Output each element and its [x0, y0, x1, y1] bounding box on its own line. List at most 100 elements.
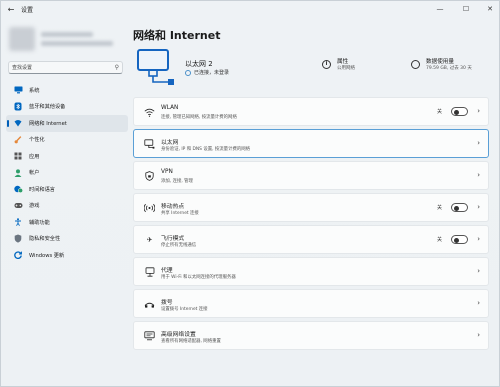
sidebar-item-privacy[interactable]: 隐私和安全性: [6, 231, 128, 248]
toggle-knob: [454, 109, 459, 115]
ethernet-name: 以太网 2: [185, 60, 213, 68]
mobile-hotspot-toggle[interactable]: [451, 203, 468, 212]
user-profile[interactable]: [9, 27, 127, 53]
data-usage-title: 数据使用量: [426, 59, 454, 65]
data-usage-subtitle: 79.59 GB, 过去 30 天: [426, 66, 472, 71]
card-title: VPN: [161, 169, 173, 175]
airplane-mode-toggle[interactable]: [451, 235, 468, 244]
ethernet-icon: [144, 139, 155, 149]
sidebar-item-apps[interactable]: 应用: [6, 148, 128, 165]
sidebar-item-label: 时间和语言: [29, 186, 55, 193]
info-icon: i: [322, 60, 331, 69]
ethernet-summary: 以太网 2 已连接，未登录 i 属性 公用网络 数据使用量 79.59 GB, …: [133, 47, 489, 89]
sidebar-item-label: 系统: [29, 87, 40, 94]
sidebar-item-label: 游戏: [29, 203, 40, 210]
avatar: [9, 27, 35, 51]
sidebar-item-gaming[interactable]: 游戏: [6, 198, 128, 215]
sidebar-item-time-language[interactable]: 时间和语言: [6, 181, 128, 198]
vpn-card[interactable]: VPN 添加, 连接, 管理 ›: [133, 161, 489, 190]
sidebar-nav: 系统 蓝牙和其他设备 网络和 Internet 个性化 应用 帐户 时间和语言 …: [6, 82, 128, 264]
dialup-icon: [144, 299, 155, 309]
sidebar-item-label: 隐私和安全性: [29, 236, 61, 243]
sidebar-item-system[interactable]: 系统: [6, 82, 128, 99]
chevron-right-icon: ›: [477, 107, 480, 115]
card-subtitle: 身份验证, IP 和 DNS 设置, 按流量计费的网络: [161, 147, 251, 152]
card-subtitle: 共享 Internet 连接: [161, 211, 199, 216]
ethernet-device-icon: [136, 48, 176, 86]
card-subtitle: 用于 Wi-Fi 和以太网连接的代理服务器: [161, 275, 236, 280]
search-icon: ⚲: [114, 64, 119, 71]
back-arrow-icon: ←: [7, 5, 15, 14]
bluetooth-icon: [11, 102, 25, 112]
toggle-state-label: 关: [436, 205, 442, 211]
chevron-right-icon: ›: [477, 139, 480, 147]
properties-subtitle: 公用网络: [337, 66, 355, 71]
card-subtitle: 查看所有网络适配器, 网络重置: [161, 339, 221, 344]
toggle-knob: [454, 237, 459, 243]
ethernet-card[interactable]: 以太网 身份验证, IP 和 DNS 设置, 按流量计费的网络 ›: [133, 129, 489, 158]
sidebar-item-accessibility[interactable]: 辅助功能: [6, 214, 128, 231]
monitor-icon: [11, 85, 25, 95]
wifi-icon: [144, 107, 155, 117]
network-settings-list: WLAN 连接, 管理已知网络, 按流量计费的网络 关 › 以太网 身份验证, …: [133, 97, 489, 353]
sidebar-item-label: 辅助功能: [29, 219, 50, 226]
chevron-right-icon: ›: [477, 235, 480, 243]
card-title: 移动热点: [161, 204, 185, 210]
update-icon: [11, 250, 25, 260]
card-title: 高级网络设置: [161, 332, 196, 338]
shield-icon: [11, 234, 25, 244]
maximize-button[interactable]: ☐: [459, 3, 473, 15]
mobile-hotspot-card[interactable]: 移动热点 共享 Internet 连接 关 ›: [133, 193, 489, 222]
sidebar-item-personalization[interactable]: 个性化: [6, 132, 128, 149]
close-button[interactable]: ✕: [483, 3, 497, 15]
search-box[interactable]: ⚲: [8, 61, 123, 74]
wlan-toggle[interactable]: [451, 107, 468, 116]
chevron-right-icon: ›: [477, 203, 480, 211]
data-usage-icon: [411, 60, 420, 69]
sidebar-item-label: 应用: [29, 153, 40, 160]
card-title: WLAN: [161, 105, 179, 111]
card-title: 飞行模式: [161, 236, 185, 242]
card-subtitle: 设置拨号 Internet 连接: [161, 307, 208, 312]
airplane-mode-card[interactable]: ✈ 飞行模式 停止所有无线通信 关 ›: [133, 225, 489, 254]
settings-window: ← 设置 — ☐ ✕ ⚲ 系统 蓝牙和其他设备: [0, 0, 500, 387]
chevron-right-icon: ›: [477, 267, 480, 275]
wlan-card[interactable]: WLAN 连接, 管理已知网络, 按流量计费的网络 关 ›: [133, 97, 489, 126]
accessibility-icon: [11, 217, 25, 227]
page-title: 网络和 Internet: [133, 29, 221, 42]
hotspot-icon: [144, 203, 155, 213]
sidebar-item-label: Windows 更新: [29, 252, 65, 259]
proxy-icon: [144, 267, 155, 277]
wifi-diamond-icon: [11, 118, 25, 128]
sidebar-item-label: 蓝牙和其他设备: [29, 104, 66, 111]
toggle-state-label: 关: [436, 237, 442, 243]
advanced-network-settings-card[interactable]: 高级网络设置 查看所有网络适配器, 网络重置 ›: [133, 321, 489, 350]
sidebar-item-bluetooth[interactable]: 蓝牙和其他设备: [6, 99, 128, 116]
chevron-right-icon: ›: [477, 299, 480, 307]
card-subtitle: 连接, 管理已知网络, 按流量计费的网络: [161, 115, 237, 120]
sidebar-item-network[interactable]: 网络和 Internet: [6, 115, 128, 132]
app-title: 设置: [21, 7, 34, 14]
chevron-right-icon: ›: [477, 331, 480, 339]
sidebar-item-label: 帐户: [29, 170, 40, 177]
airplane-icon: ✈: [146, 236, 153, 244]
dialup-card[interactable]: 拨号 设置拨号 Internet 连接 ›: [133, 289, 489, 318]
chevron-right-icon: ›: [477, 171, 480, 179]
globe-clock-icon: [11, 184, 25, 194]
card-subtitle: 停止所有无线通信: [161, 243, 197, 248]
sidebar-item-label: 个性化: [29, 137, 45, 144]
minimize-icon: —: [436, 5, 444, 13]
card-title: 拨号: [161, 300, 173, 306]
apps-icon: [11, 151, 25, 161]
sidebar-item-accounts[interactable]: 帐户: [6, 165, 128, 182]
proxy-card[interactable]: 代理 用于 Wi-Fi 和以太网连接的代理服务器 ›: [133, 257, 489, 286]
vpn-shield-icon: [144, 171, 155, 181]
minimize-button[interactable]: —: [433, 3, 447, 15]
sidebar-item-label: 网络和 Internet: [29, 120, 67, 127]
maximize-icon: ☐: [462, 5, 470, 13]
profile-name-blurred: [41, 32, 93, 37]
search-input[interactable]: [12, 64, 107, 72]
back-button[interactable]: ←: [5, 4, 17, 16]
sidebar-item-windows-update[interactable]: Windows 更新: [6, 247, 128, 264]
person-icon: [11, 168, 25, 178]
